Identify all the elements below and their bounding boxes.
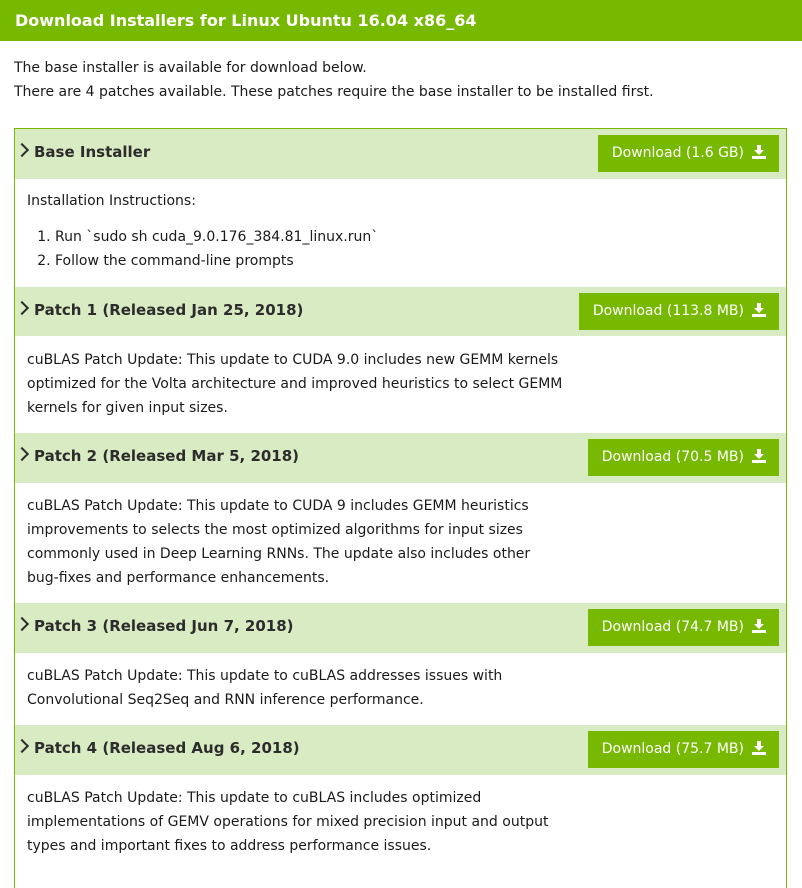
- section-title-patch-2[interactable]: Patch 2 (Released Mar 5, 2018): [14, 446, 299, 465]
- patch-1-line-2: optimized for the Volta architecture and…: [27, 376, 563, 392]
- patch-4-line-3: types and important fixes to address per…: [27, 838, 432, 854]
- chevron-right-icon: [14, 300, 30, 316]
- download-button-patch-1[interactable]: Download (113.8 MB): [578, 293, 779, 330]
- download-button-base-installer[interactable]: Download (1.6 GB): [597, 135, 779, 172]
- intro-line-1: The base installer is available for down…: [14, 60, 367, 76]
- section-body-patch-4: cuBLAS Patch Update: This update to cuBL…: [27, 786, 548, 858]
- instruction-step-1: Run `sudo sh cuda_9.0.176_384.81_linux.r…: [55, 225, 378, 249]
- patch-2-line-4: bug-fixes and performance enhancements.: [27, 570, 330, 586]
- section-title-patch-3[interactable]: Patch 3 (Released Jun 7, 2018): [14, 616, 294, 635]
- page-header: Download Installers for Linux Ubuntu 16.…: [0, 0, 802, 41]
- download-button-patch-2[interactable]: Download (70.5 MB): [587, 439, 779, 476]
- section-body-patch-2: cuBLAS Patch Update: This update to CUDA…: [27, 494, 530, 590]
- chevron-right-icon: [14, 142, 30, 158]
- section-header-patch-2[interactable]: Patch 2 (Released Mar 5, 2018) Download …: [14, 433, 786, 483]
- download-icon: [752, 449, 766, 463]
- chevron-right-icon: [14, 738, 30, 754]
- section-title-patch-1[interactable]: Patch 1 (Released Jan 25, 2018): [14, 300, 303, 319]
- section-body-patch-3: cuBLAS Patch Update: This update to cuBL…: [27, 664, 502, 712]
- chevron-right-icon: [14, 446, 30, 462]
- chevron-right-icon: [14, 616, 30, 632]
- download-icon: [752, 619, 766, 633]
- instruction-steps: Run `sudo sh cuda_9.0.176_384.81_linux.r…: [27, 225, 378, 273]
- section-title-base-installer[interactable]: Base Installer: [14, 142, 150, 161]
- section-header-patch-3[interactable]: Patch 3 (Released Jun 7, 2018) Download …: [14, 603, 786, 653]
- download-icon: [752, 145, 766, 159]
- page-title: Download Installers for Linux Ubuntu 16.…: [15, 11, 477, 30]
- section-body-base-installer: Installation Instructions: Run `sudo sh …: [27, 189, 378, 273]
- instruction-step-2: Follow the command-line prompts: [55, 249, 378, 273]
- patch-2-line-3: commonly used in Deep Learning RNNs. The…: [27, 546, 531, 562]
- patch-4-line-2: implementations of GEMV operations for m…: [27, 814, 549, 830]
- patch-1-line-3: kernels for given input sizes.: [27, 400, 228, 416]
- patch-4-line-1: cuBLAS Patch Update: This update to cuBL…: [27, 790, 482, 806]
- patch-3-line-1: cuBLAS Patch Update: This update to cuBL…: [27, 668, 503, 684]
- instructions-heading: Installation Instructions:: [27, 193, 196, 209]
- download-icon: [752, 303, 766, 317]
- patch-3-line-2: Convolutional Seq2Seq and RNN inference …: [27, 692, 424, 708]
- section-title-patch-4[interactable]: Patch 4 (Released Aug 6, 2018): [14, 738, 300, 757]
- installers-panel: Base Installer Download (1.6 GB) Install…: [14, 128, 787, 888]
- section-header-patch-4[interactable]: Patch 4 (Released Aug 6, 2018) Download …: [14, 725, 786, 775]
- patch-1-line-1: cuBLAS Patch Update: This update to CUDA…: [27, 352, 559, 368]
- download-icon: [752, 741, 766, 755]
- intro-line-2: There are 4 patches available. These pat…: [14, 84, 654, 100]
- patch-2-line-2: improvements to selects the most optimiz…: [27, 522, 523, 538]
- section-header-patch-1[interactable]: Patch 1 (Released Jan 25, 2018) Download…: [14, 287, 786, 336]
- section-body-patch-1: cuBLAS Patch Update: This update to CUDA…: [27, 348, 562, 420]
- patch-2-line-1: cuBLAS Patch Update: This update to CUDA…: [27, 498, 529, 514]
- download-button-patch-4[interactable]: Download (75.7 MB): [587, 731, 779, 768]
- intro-text: The base installer is available for down…: [14, 56, 654, 104]
- section-header-base-installer[interactable]: Base Installer Download (1.6 GB): [14, 129, 786, 179]
- download-button-patch-3[interactable]: Download (74.7 MB): [587, 609, 779, 646]
